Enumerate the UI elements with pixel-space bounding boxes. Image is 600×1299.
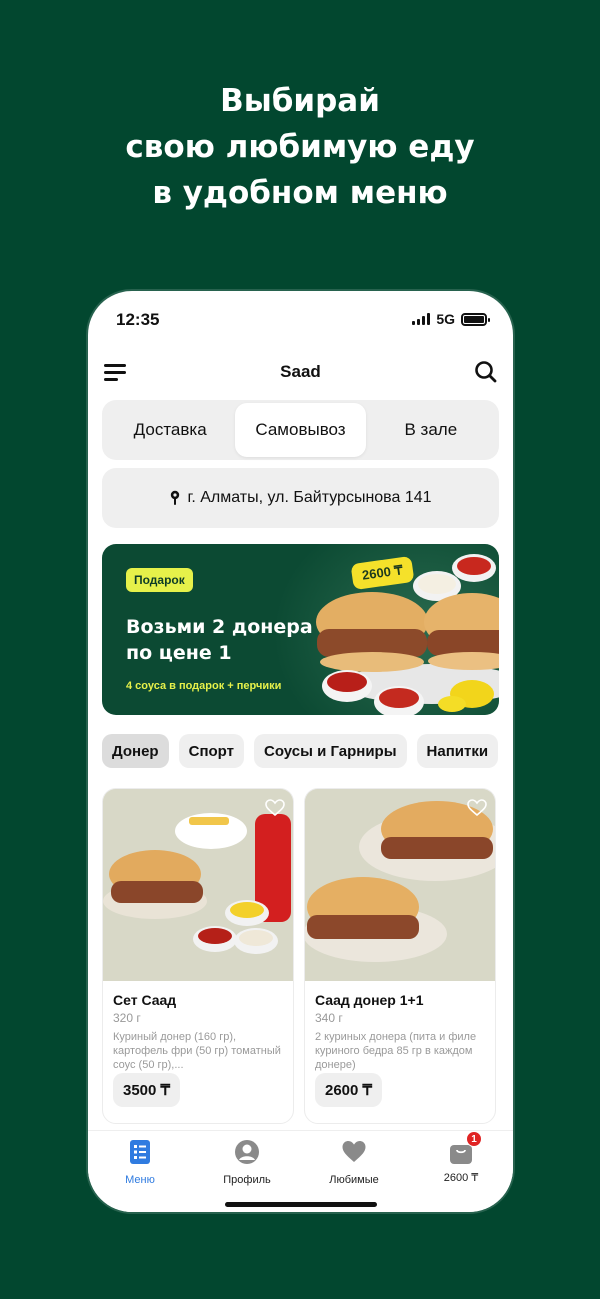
category-chip-sport[interactable]: Спорт [178,734,244,768]
product-price-button[interactable]: 3500 ₸ [113,1073,181,1107]
category-chip-sauces[interactable]: Соусы и Гарниры [253,734,407,768]
promo-tag: Подарок [126,568,193,592]
product-description: Куриный донер (160 гр), картофель фри (5… [113,1031,281,1071]
promo-banner[interactable]: Подарок Возьми 2 донера по цене 1 4 соус… [102,544,499,715]
tab-profile[interactable]: Профиль [202,1139,292,1186]
product-name: Саад донер 1+1 [315,992,424,1008]
marketing-headline: Выбирай свою любимую еду в удобном меню [0,78,600,216]
tab-menu-label: Меню [125,1174,155,1186]
cart-icon-wrap: 1 [448,1131,482,1165]
status-indicators: 5G [412,311,490,327]
category-chip-doner[interactable]: Донер [102,734,169,768]
favorite-heart-icon[interactable] [265,799,285,817]
category-chips: Донер Спорт Соусы и Гарниры Напитки [102,734,513,768]
product-weight: 340 г [315,1011,343,1025]
phone-frame: 12:35 5G Saad Доставка Самовывоз В зале [88,291,513,1212]
order-mode-delivery[interactable]: Доставка [105,403,235,457]
product-weight: 320 г [113,1011,141,1025]
product-photo-doner [305,789,495,981]
home-indicator [225,1202,377,1207]
app-bar: Saad [88,355,513,391]
product-price-button[interactable]: 2600 ₸ [315,1073,383,1107]
profile-icon [235,1140,259,1164]
search-icon[interactable] [473,359,499,385]
promo-title: Возьми 2 донера по цене 1 [126,614,326,666]
promo-subtitle: 4 соуса в подарок + перчики [126,680,282,692]
tab-cart[interactable]: 1 2600 ₸ [416,1131,506,1184]
address-text: г. Алматы, ул. Байтурсынова 141 [187,489,432,506]
status-bar: 12:35 5G [88,291,513,347]
menu-list-icon [130,1140,150,1164]
status-time: 12:35 [116,310,160,329]
order-mode-pickup[interactable]: Самовывоз [235,403,366,457]
app-title: Saad [280,362,321,381]
headline-line-1: Выбирай [220,83,380,119]
tab-profile-label: Профиль [223,1174,271,1186]
tab-favorites[interactable]: Любимые [309,1139,399,1186]
tab-cart-label: 2600 ₸ [443,1172,479,1184]
tab-menu[interactable]: Меню [95,1139,185,1186]
cart-count-badge: 1 [466,1131,482,1147]
headline-line-2: свою любимую еду [125,129,475,165]
heart-icon [342,1141,366,1162]
headline-line-3: в удобном меню [152,175,448,211]
product-card[interactable]: Саад донер 1+1 340 г 2 куриных донера (п… [304,788,496,1124]
order-mode-dine-in[interactable]: В зале [366,403,496,457]
battery-icon [461,312,490,326]
network-label: 5G [436,311,455,327]
bottom-tab-bar: Меню Профиль Любимые 1 2600 ₸ [88,1130,513,1212]
product-card[interactable]: Сет Саад 320 г Куриный донер (160 гр), к… [102,788,294,1124]
tab-favorites-label: Любимые [329,1174,379,1186]
promo-title-line-1: Возьми 2 донера [126,616,313,638]
product-photo-set [103,789,293,981]
product-image [305,789,495,981]
signal-icon [412,313,431,325]
location-pin-icon [171,490,180,505]
product-name: Сет Саад [113,992,177,1008]
product-description: 2 куриных донера (пита и филе куриного б… [315,1031,477,1071]
product-image [103,789,293,981]
favorite-heart-icon[interactable] [467,799,487,817]
order-mode-switch: Доставка Самовывоз В зале [102,400,499,460]
promo-title-line-2: по цене 1 [126,642,232,664]
product-grid: Сет Саад 320 г Куриный донер (160 гр), к… [102,788,496,1124]
address-selector[interactable]: г. Алматы, ул. Байтурсынова 141 [102,468,499,528]
category-chip-drinks[interactable]: Напитки [416,734,499,768]
